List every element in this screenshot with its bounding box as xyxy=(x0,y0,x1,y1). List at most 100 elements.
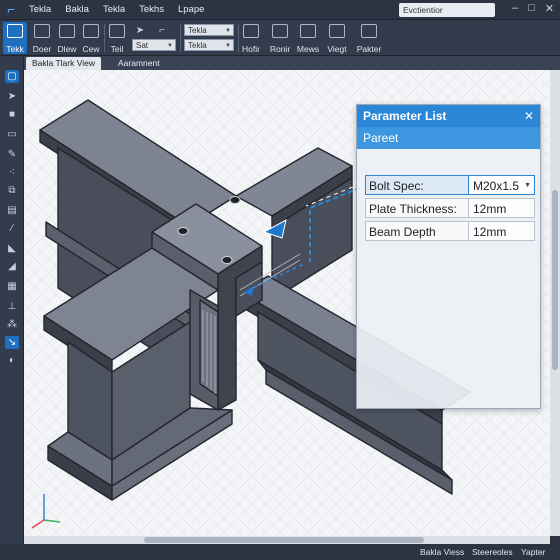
ribbon-divider xyxy=(104,24,105,52)
menu-item-5[interactable]: Lpape xyxy=(171,4,211,15)
plate-icon xyxy=(361,24,377,38)
status-bar: Bakla Viess Steereoles Yapter xyxy=(0,544,560,560)
plate-tool-icon[interactable]: ▤ xyxy=(5,204,19,217)
chevron-down-icon: ▼ xyxy=(225,28,231,34)
rotate-icon[interactable]: ◐ xyxy=(5,354,19,367)
param-label: Plate Thickness: xyxy=(365,198,469,218)
parameter-panel: Parameter List ✕ Pareet Bolt Spec: M20x1… xyxy=(356,104,541,409)
hofir-label: Hofir xyxy=(242,44,260,54)
close-icon[interactable]: ✕ xyxy=(524,105,534,127)
menu-item-2[interactable]: Bakla xyxy=(58,4,96,15)
vertical-scrollbar[interactable] xyxy=(550,70,560,536)
ribbon-divider xyxy=(180,24,181,52)
cut-icon[interactable]: ◢ xyxy=(5,260,19,273)
status-text-1: Bakla Viess xyxy=(420,547,465,557)
column-icon xyxy=(300,24,316,38)
param-value-input[interactable]: 12mm xyxy=(469,198,535,218)
points-icon[interactable]: ⁖ xyxy=(5,166,19,179)
pointer-icon[interactable]: ➤ xyxy=(134,24,146,37)
window-controls: – □ ✕ xyxy=(512,2,554,15)
teil-button[interactable]: Teil xyxy=(107,22,127,54)
cew-label: Cew xyxy=(82,44,100,54)
panel-subtitle: Pareet xyxy=(357,127,540,149)
hofir-button[interactable]: Hofir xyxy=(240,22,262,54)
app-logo-icon[interactable]: ⌐ xyxy=(0,0,22,20)
chevron-down-icon: ▼ xyxy=(225,43,231,49)
param-row-plate-thickness[interactable]: Plate Thickness: 12mm xyxy=(365,198,535,218)
pencil-icon[interactable]: ✎ xyxy=(5,148,19,161)
ribbon-field-sat-value: Sat xyxy=(136,41,149,50)
chevron-down-icon: ▼ xyxy=(167,43,173,49)
arrow-icon[interactable]: ➤ xyxy=(5,90,19,103)
snap-icon[interactable]: ⌐ xyxy=(156,24,168,37)
panel-title-bar: Parameter List ✕ xyxy=(357,105,540,127)
param-row-bolt-spec[interactable]: Bolt Spec: M20x1.5 ▼ xyxy=(365,175,535,195)
param-value-input[interactable]: 12mm xyxy=(469,221,535,241)
viegt-button[interactable]: Viegt xyxy=(326,22,348,54)
teil-label: Teil xyxy=(110,44,124,54)
mews-label: Mews xyxy=(296,44,320,54)
bolt-hole-3 xyxy=(221,256,233,264)
weld-icon xyxy=(329,24,345,38)
chevron-down-icon[interactable]: ▼ xyxy=(524,176,531,196)
tekk-button[interactable]: Tekk xyxy=(3,22,27,54)
menu-bar: ⌐ Tekla Bakla Tekla Tekhs Lpape Evctient… xyxy=(0,0,560,20)
ribbon-divider xyxy=(238,24,239,52)
ribbon-field-tekla-1[interactable]: Tekla ▼ xyxy=(184,24,234,36)
param-value-select[interactable]: M20x1.5 ▼ xyxy=(469,175,535,195)
minimize-icon[interactable]: – xyxy=(512,2,518,15)
mews-button[interactable]: Mews xyxy=(296,22,320,54)
doer-button[interactable]: Doer xyxy=(30,22,54,54)
dimension-icon[interactable]: ⊥ xyxy=(5,300,19,313)
menu-item-1[interactable]: Tekla xyxy=(22,4,58,15)
view-tab-bar: Bakla Tlark View Aaramnent xyxy=(24,56,560,70)
menu-item-3[interactable]: Tekla xyxy=(96,4,132,15)
horizontal-scroll-thumb[interactable] xyxy=(144,537,424,543)
fitting-icon[interactable]: ◣ xyxy=(5,242,19,255)
ribbon-field-tekla-1-value: Tekla xyxy=(188,26,207,35)
dlew-label: Dlew xyxy=(57,44,77,54)
doer-label: Doer xyxy=(32,44,52,54)
view-icon xyxy=(59,24,75,38)
box-select-icon[interactable]: ▢ xyxy=(5,70,19,83)
search-input[interactable]: Evctientior xyxy=(399,3,495,17)
close-icon[interactable]: ✕ xyxy=(545,2,554,15)
door-icon xyxy=(34,24,50,38)
ronir-button[interactable]: Ronir xyxy=(268,22,292,54)
ribbon-toolbar: Tekk Doer Dlew Cew Teil Sat ▼ ➤ ⌐ Tekla ▼ … xyxy=(0,20,560,56)
param-row-beam-depth[interactable]: Beam Depth 12mm xyxy=(365,221,535,241)
panel-title: Parameter List xyxy=(363,109,447,123)
bolt-icon[interactable]: ⁂ xyxy=(5,318,19,331)
cew-button[interactable]: Cew xyxy=(80,22,102,54)
tab-arrangement[interactable]: Aaramnent xyxy=(118,57,160,70)
edit-icon xyxy=(83,24,99,38)
vertical-scroll-thumb[interactable] xyxy=(552,190,558,370)
pakter-label: Pakter xyxy=(356,44,382,54)
copy-icon[interactable]: ⧉ xyxy=(5,184,19,197)
cube-icon[interactable]: ■ xyxy=(5,108,19,121)
pakter-button[interactable]: Pakter xyxy=(356,22,382,54)
frame-icon[interactable]: ▭ xyxy=(5,128,19,141)
steel-icon xyxy=(243,24,259,38)
tab-model-view[interactable]: Bakla Tlark View xyxy=(26,57,101,70)
bolt-hole-1 xyxy=(229,196,241,204)
maximize-icon[interactable]: □ xyxy=(528,2,535,15)
ronir-label: Ronir xyxy=(269,44,291,54)
bolt-hole-2 xyxy=(177,227,189,235)
viegt-label: Viegt xyxy=(327,44,347,54)
measure-icon[interactable]: ▦ xyxy=(5,280,19,293)
ribbon-field-tekla-2-value: Tekla xyxy=(188,41,207,50)
beam-icon xyxy=(272,24,288,38)
ribbon-field-sat[interactable]: Sat ▼ xyxy=(132,39,176,51)
horizontal-scrollbar[interactable] xyxy=(24,536,550,544)
wand-icon[interactable]: ⁄ xyxy=(5,222,19,235)
menu-item-4[interactable]: Tekhs xyxy=(132,4,171,15)
status-text-3: Yapter xyxy=(521,547,546,557)
pick-icon[interactable]: ↘ xyxy=(5,336,19,349)
param-label: Beam Depth xyxy=(365,221,469,241)
ribbon-field-tekla-2[interactable]: Tekla ▼ xyxy=(184,39,234,51)
part-icon xyxy=(109,24,125,38)
param-label: Bolt Spec: xyxy=(365,175,469,195)
dlew-button[interactable]: Dlew xyxy=(56,22,78,54)
select-icon xyxy=(7,24,23,38)
